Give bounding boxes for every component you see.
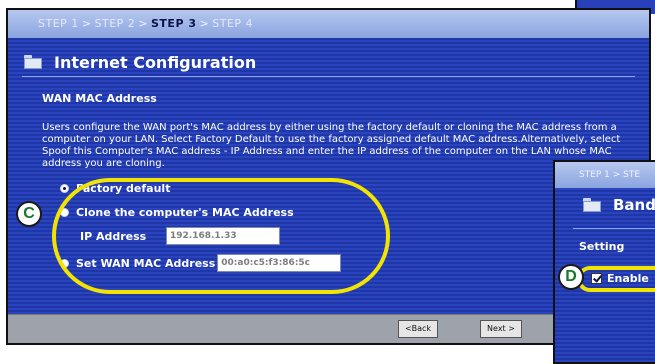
- bandwidth-title-row: Band: [583, 196, 655, 214]
- description-text: Users configure the WAN port's MAC addre…: [42, 122, 621, 169]
- setting-label: Setting: [579, 240, 625, 253]
- bandwidth-title: Band: [613, 196, 655, 214]
- option-factory-default[interactable]: Factory default: [60, 182, 170, 195]
- option-set-wan-label: Set WAN MAC Address: [76, 256, 216, 270]
- enable-label: Enable: [607, 272, 649, 285]
- page-title: Internet Configuration: [54, 52, 257, 72]
- step-1: STEP 1: [38, 17, 79, 30]
- wan-mac-input[interactable]: 00:a0:c5:f3:86:5c: [217, 254, 342, 272]
- step-3-active: STEP 3: [151, 17, 197, 30]
- back-button[interactable]: <Back: [398, 320, 438, 338]
- step-breadcrumb: STEP 1 > STEP 2 > STEP 3 > STEP 4: [8, 10, 649, 38]
- radio-factory-default-icon[interactable]: [60, 184, 69, 193]
- ip-address-input[interactable]: 192.168.1.33: [166, 227, 280, 245]
- callout-d-marker: D: [558, 264, 584, 290]
- ip-address-row: IP Address 192.168.1.33: [80, 227, 280, 245]
- checkbox-icon[interactable]: [591, 273, 602, 284]
- next-button[interactable]: Next >: [480, 320, 522, 338]
- ip-address-label: IP Address: [80, 229, 147, 243]
- option-clone-mac[interactable]: Clone the computer's MAC Address: [60, 206, 294, 219]
- bandwidth-panel: STEP 1 > STE Band Setting Enable: [553, 160, 655, 364]
- step-4: STEP 4: [212, 17, 253, 30]
- bandwidth-step-breadcrumb: STEP 1 > STE: [555, 162, 655, 188]
- section-header: WAN MAC Address: [42, 92, 157, 105]
- option-factory-default-label: Factory default: [76, 182, 171, 195]
- radio-set-wan-icon[interactable]: [60, 258, 69, 268]
- bandwidth-title-divider: [573, 228, 655, 229]
- title-row: Internet Configuration: [24, 50, 256, 74]
- step-2: STEP 2: [94, 17, 136, 30]
- option-set-wan-mac[interactable]: Set WAN MAC Address 00:a0:c5:f3:86:5c: [60, 254, 342, 272]
- enable-row[interactable]: Enable: [591, 272, 649, 285]
- title-divider: [22, 76, 635, 77]
- radio-clone-icon[interactable]: [60, 208, 69, 217]
- option-clone-label: Clone the computer's MAC Address: [76, 206, 294, 219]
- folder-icon: [583, 198, 601, 212]
- callout-c-marker: C: [16, 201, 42, 227]
- folder-icon: [24, 55, 42, 69]
